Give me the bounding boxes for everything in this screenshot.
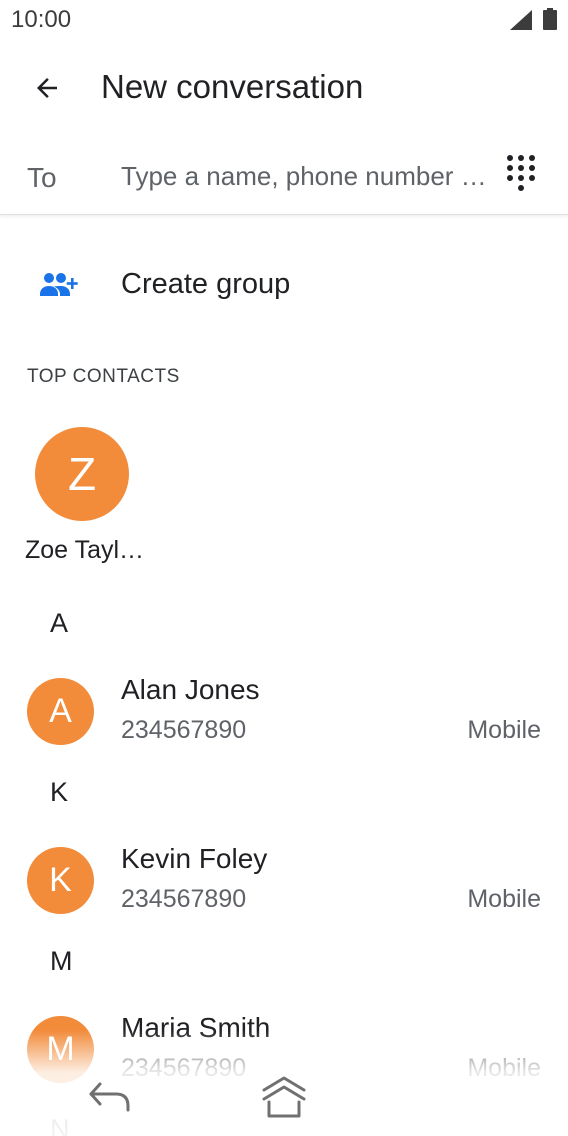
- contact-name: Kevin Foley: [121, 843, 268, 874]
- back-button[interactable]: [22, 66, 72, 110]
- nav-home-icon[interactable]: [258, 1072, 310, 1122]
- to-label: To: [27, 162, 57, 193]
- dialpad-icon[interactable]: [500, 152, 544, 196]
- contact-name: Alan Jones: [121, 674, 260, 705]
- create-group-button[interactable]: Create group: [0, 250, 568, 322]
- top-contacts-header: TOP CONTACTS: [27, 366, 180, 387]
- avatar: M: [27, 1016, 94, 1083]
- contact-number-type: Mobile: [467, 716, 541, 744]
- avatar: A: [27, 678, 94, 745]
- recipient-input[interactable]: [121, 154, 487, 198]
- section-letter-header: A: [50, 608, 69, 638]
- contact-number: 234567890: [121, 885, 247, 913]
- contact-name: Maria Smith: [121, 1012, 271, 1043]
- contact-number-type: Mobile: [467, 1054, 541, 1082]
- section-letter-header: K: [50, 777, 69, 807]
- avatar: K: [27, 847, 94, 914]
- contact-number: 234567890: [121, 716, 247, 744]
- status-bar: 10:00: [0, 0, 568, 40]
- avatar: Z: [35, 427, 129, 521]
- page-title: New conversation: [101, 68, 364, 105]
- create-group-label: Create group: [121, 268, 291, 300]
- recipient-row: To: [0, 140, 568, 215]
- top-contact-item[interactable]: Z Zoe Tayl…: [18, 420, 148, 570]
- nav-back-icon[interactable]: [86, 1076, 134, 1120]
- contact-row-kevin-foley[interactable]: K Kevin Foley 234567890 Mobile: [0, 843, 568, 923]
- top-contact-name: Zoe Tayl…: [25, 536, 145, 564]
- new-conversation-screen: 10:00 New conversation To Type a name, p…: [0, 0, 568, 1136]
- section-letter-header: M: [50, 946, 73, 976]
- contact-row-alan-jones[interactable]: A Alan Jones 234567890 Mobile: [0, 674, 568, 754]
- section-letter-header: N: [50, 1114, 70, 1136]
- app-bar: New conversation: [0, 40, 568, 136]
- arrow-back-icon: [37, 78, 57, 98]
- battery-icon: [543, 8, 557, 30]
- contact-number: 234567890: [121, 1054, 247, 1082]
- group-add-icon: [40, 273, 78, 296]
- status-time: 10:00: [11, 6, 72, 33]
- contact-number-type: Mobile: [467, 885, 541, 913]
- signal-icon: [510, 10, 532, 30]
